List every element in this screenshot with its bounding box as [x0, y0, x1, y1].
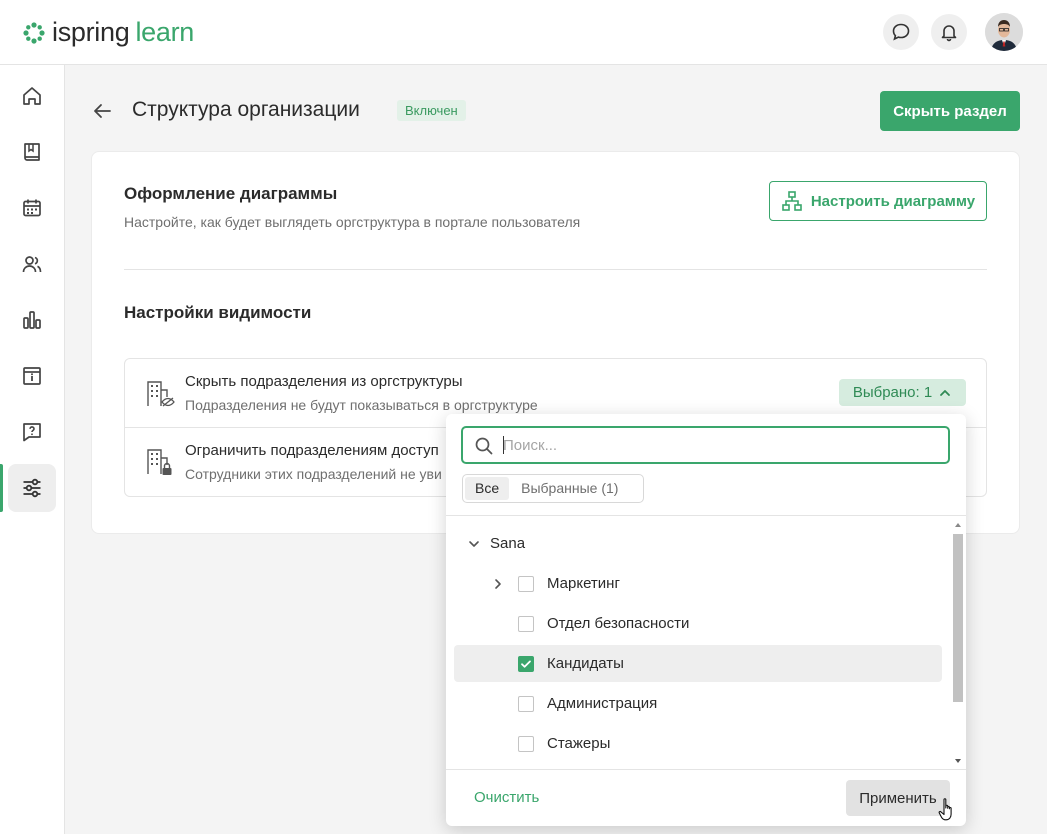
- checkbox[interactable]: [518, 615, 534, 632]
- sidebar-item-home[interactable]: [8, 72, 56, 120]
- chevron-down-icon[interactable]: [466, 536, 482, 552]
- sidebar-item-users[interactable]: [8, 240, 56, 288]
- visibility-section-title: Настройки видимости: [124, 303, 312, 322]
- sidebar-item-courses[interactable]: [8, 128, 56, 176]
- bell-icon: [941, 25, 957, 42]
- book-icon: [24, 143, 40, 161]
- diagram-section-title: Оформление диаграммы: [124, 184, 338, 203]
- scrollbar-thumb[interactable]: [953, 534, 963, 702]
- filter-segmented-control: Все Выбранные (1): [462, 474, 644, 503]
- dropdown-divider-top: [446, 515, 966, 516]
- checkbox[interactable]: [518, 575, 534, 592]
- arrow-left-icon: [94, 104, 111, 118]
- logo-text-main: ispring: [52, 17, 130, 47]
- ispring-learn-logo[interactable]: ispring learn: [22, 17, 194, 48]
- bar-chart-icon: [23, 311, 41, 329]
- notifications-button[interactable]: [931, 14, 967, 50]
- checkbox-checked[interactable]: [518, 655, 534, 672]
- user-photo-icon: [985, 13, 1023, 51]
- hand-pointer-cursor-icon: [938, 797, 958, 828]
- selected-count-dropdown-toggle[interactable]: Выбрано: 1: [839, 379, 966, 406]
- tree-item-administration[interactable]: Администрация: [454, 685, 942, 722]
- diagram-section-description: Настройте, как будет выглядеть оргструкт…: [124, 214, 581, 230]
- back-button[interactable]: [90, 99, 114, 123]
- apply-button[interactable]: Применить: [846, 780, 950, 816]
- checkmark-icon: [521, 660, 531, 668]
- tab-all[interactable]: Все: [465, 477, 510, 500]
- home-icon: [23, 87, 41, 105]
- tree-item-candidates[interactable]: Кандидаты: [454, 645, 942, 682]
- tree-item-sana[interactable]: Sana: [454, 525, 942, 562]
- search-icon: [475, 437, 493, 455]
- departments-dropdown: Все Выбранные (1) Sana Маркетинг Отдел б…: [446, 414, 966, 826]
- tree-item-security[interactable]: Отдел безопасности: [454, 605, 942, 642]
- scroll-up-arrow-icon[interactable]: [953, 520, 963, 530]
- configure-diagram-label: Настроить диаграмму: [810, 192, 976, 210]
- restrict-access-icon: [145, 447, 175, 482]
- search-field[interactable]: [461, 426, 950, 464]
- sliders-icon: [23, 478, 41, 498]
- scroll-down-arrow-icon[interactable]: [953, 756, 963, 766]
- info-box-icon: [23, 367, 41, 385]
- tree-item-label: Sana: [490, 535, 526, 552]
- users-icon: [22, 256, 42, 273]
- sidebar-item-reports[interactable]: [8, 296, 56, 344]
- hide-departments-description: Подразделения не будут показываться в ор…: [185, 397, 538, 413]
- chat-bubble-icon: [892, 23, 910, 41]
- configure-diagram-button[interactable]: Настроить диаграмму: [769, 181, 987, 221]
- tab-selected[interactable]: Выбранные (1): [511, 477, 628, 500]
- sidebar-item-settings[interactable]: [0, 464, 56, 512]
- top-header: ispring learn: [0, 0, 1047, 65]
- sidebar-item-help[interactable]: [8, 408, 56, 456]
- tree-scrollbar[interactable]: [951, 518, 963, 769]
- chevron-right-icon[interactable]: [490, 576, 506, 592]
- restrict-access-description: Сотрудники этих подразделений не уви: [185, 466, 442, 482]
- clear-button[interactable]: Очистить: [474, 789, 539, 806]
- hide-section-button[interactable]: Скрыть раздел: [880, 91, 1020, 131]
- tree-item-marketing[interactable]: Маркетинг: [454, 565, 942, 602]
- checkbox[interactable]: [518, 695, 534, 712]
- org-chart-icon: [782, 191, 802, 211]
- user-avatar[interactable]: [985, 13, 1023, 51]
- tree-item-label: Стажеры: [547, 735, 611, 752]
- restrict-access-title: Ограничить подразделениям доступ: [185, 442, 439, 459]
- tree-item-interns[interactable]: Стажеры: [454, 725, 942, 762]
- dropdown-divider-bottom: [446, 769, 966, 770]
- hide-departments-title: Скрыть подразделения из оргструктуры: [185, 373, 463, 390]
- tree-item-label: Маркетинг: [547, 575, 620, 592]
- tree-item-label: Администрация: [547, 695, 658, 712]
- chevron-up-icon: [940, 389, 951, 396]
- checkbox[interactable]: [518, 735, 534, 752]
- search-input[interactable]: [503, 435, 933, 455]
- question-chat-icon: [23, 423, 41, 442]
- sidebar-item-calendar[interactable]: [8, 184, 56, 232]
- chat-button[interactable]: [883, 14, 919, 50]
- selected-count-label: Выбрано: 1: [852, 384, 933, 401]
- calendar-icon: [23, 199, 41, 217]
- logo-text-accent: learn: [135, 17, 194, 47]
- sidebar-item-info[interactable]: [8, 352, 56, 400]
- tree-item-label: Отдел безопасности: [547, 615, 690, 632]
- section-divider: [124, 269, 987, 270]
- status-badge: Включен: [397, 100, 466, 121]
- text-caret: [503, 436, 504, 454]
- tree-item-label: Кандидаты: [547, 655, 624, 672]
- page-title: Структура организации: [132, 98, 360, 121]
- ispring-logo-icon: [23, 21, 45, 44]
- hide-departments-icon: [145, 379, 175, 414]
- sidebar: [0, 65, 65, 834]
